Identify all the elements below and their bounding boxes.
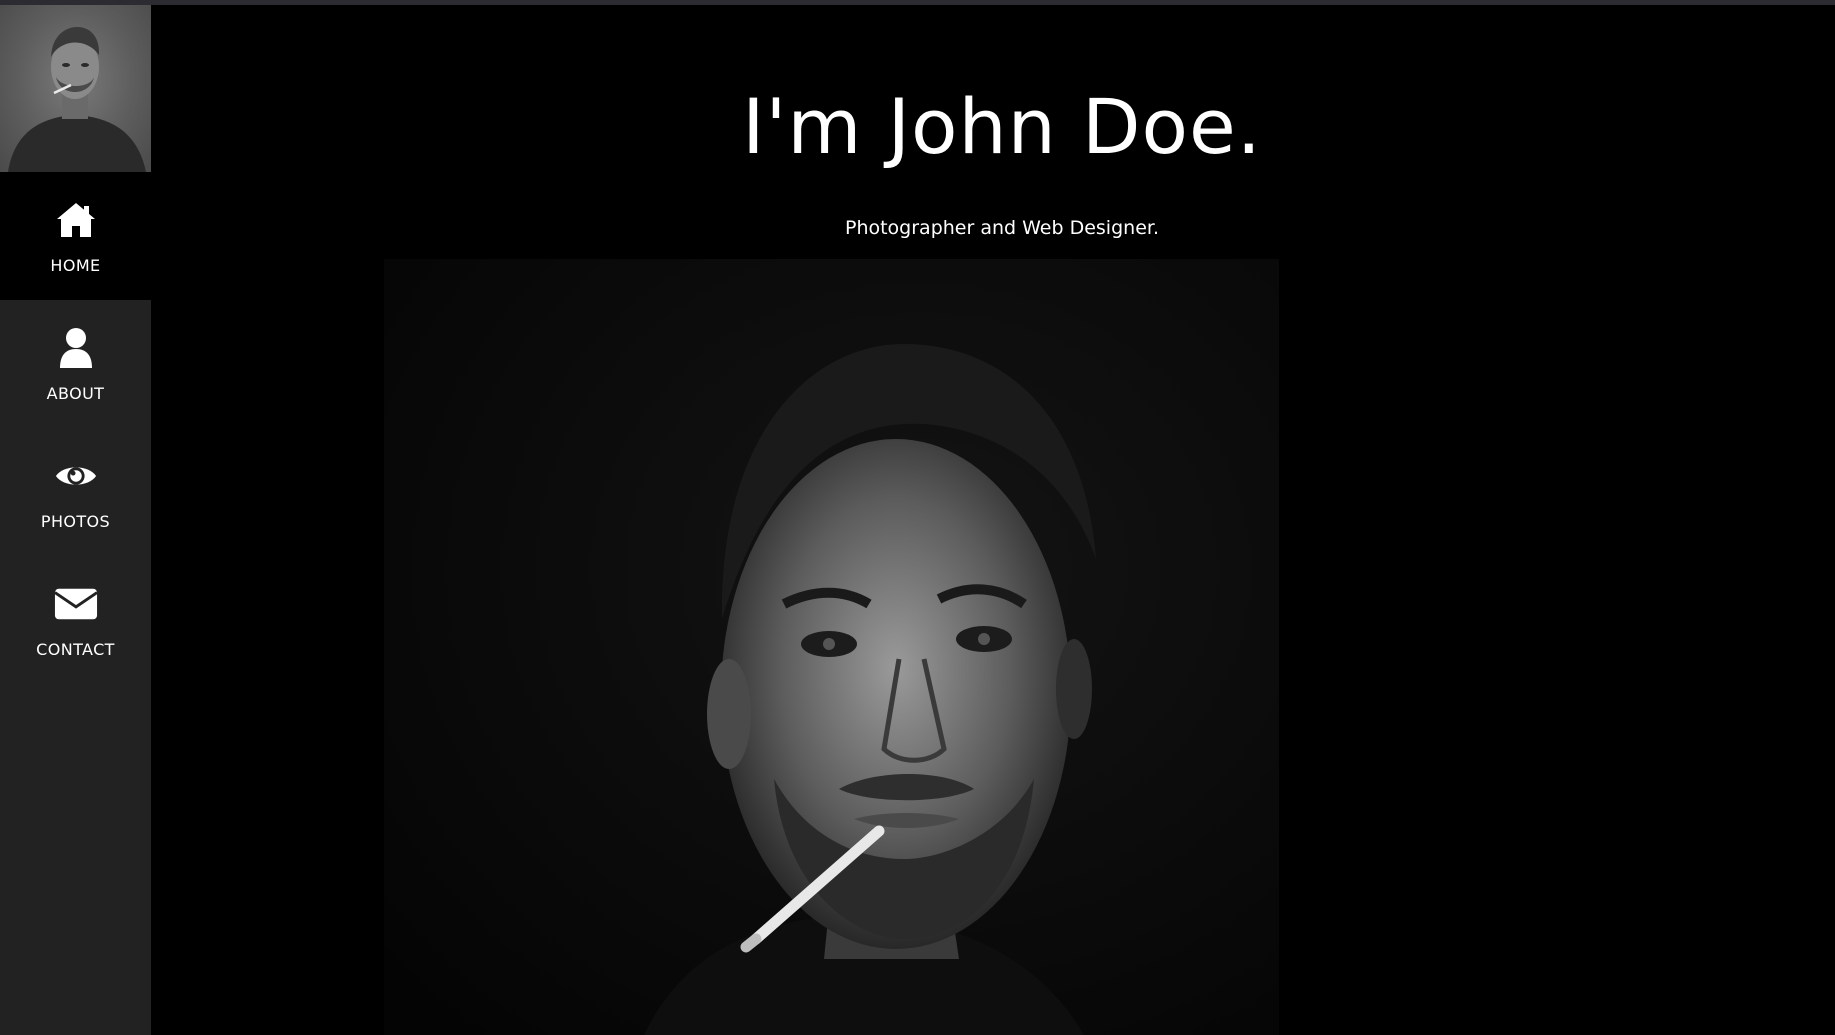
sidebar: HOME ABOUT PHOTOS CONTACT [0,5,151,1035]
sidebar-item-label: HOME [50,255,101,275]
user-icon [54,326,98,370]
page-subtitle: Photographer and Web Designer. [844,217,1159,239]
sidebar-item-home[interactable]: HOME [0,172,151,300]
hero-portrait-photo [384,259,1279,1035]
main-content: I'm John Doe. Photographer and Web Desig… [151,5,1835,1035]
sidebar-item-about[interactable]: ABOUT [0,300,151,428]
eye-icon [54,454,98,498]
avatar-portrait [8,27,146,172]
sidebar-item-label: PHOTOS [40,511,111,531]
envelope-icon [53,582,98,626]
home-icon [54,198,98,242]
page-title: I'm John Doe. [742,82,1262,171]
sidebar-item-label: ABOUT [46,383,105,403]
sidebar-item-label: CONTACT [36,639,115,659]
avatar[interactable] [0,5,151,172]
sidebar-item-photos[interactable]: PHOTOS [0,428,151,556]
sidebar-item-contact[interactable]: CONTACT [0,556,151,684]
